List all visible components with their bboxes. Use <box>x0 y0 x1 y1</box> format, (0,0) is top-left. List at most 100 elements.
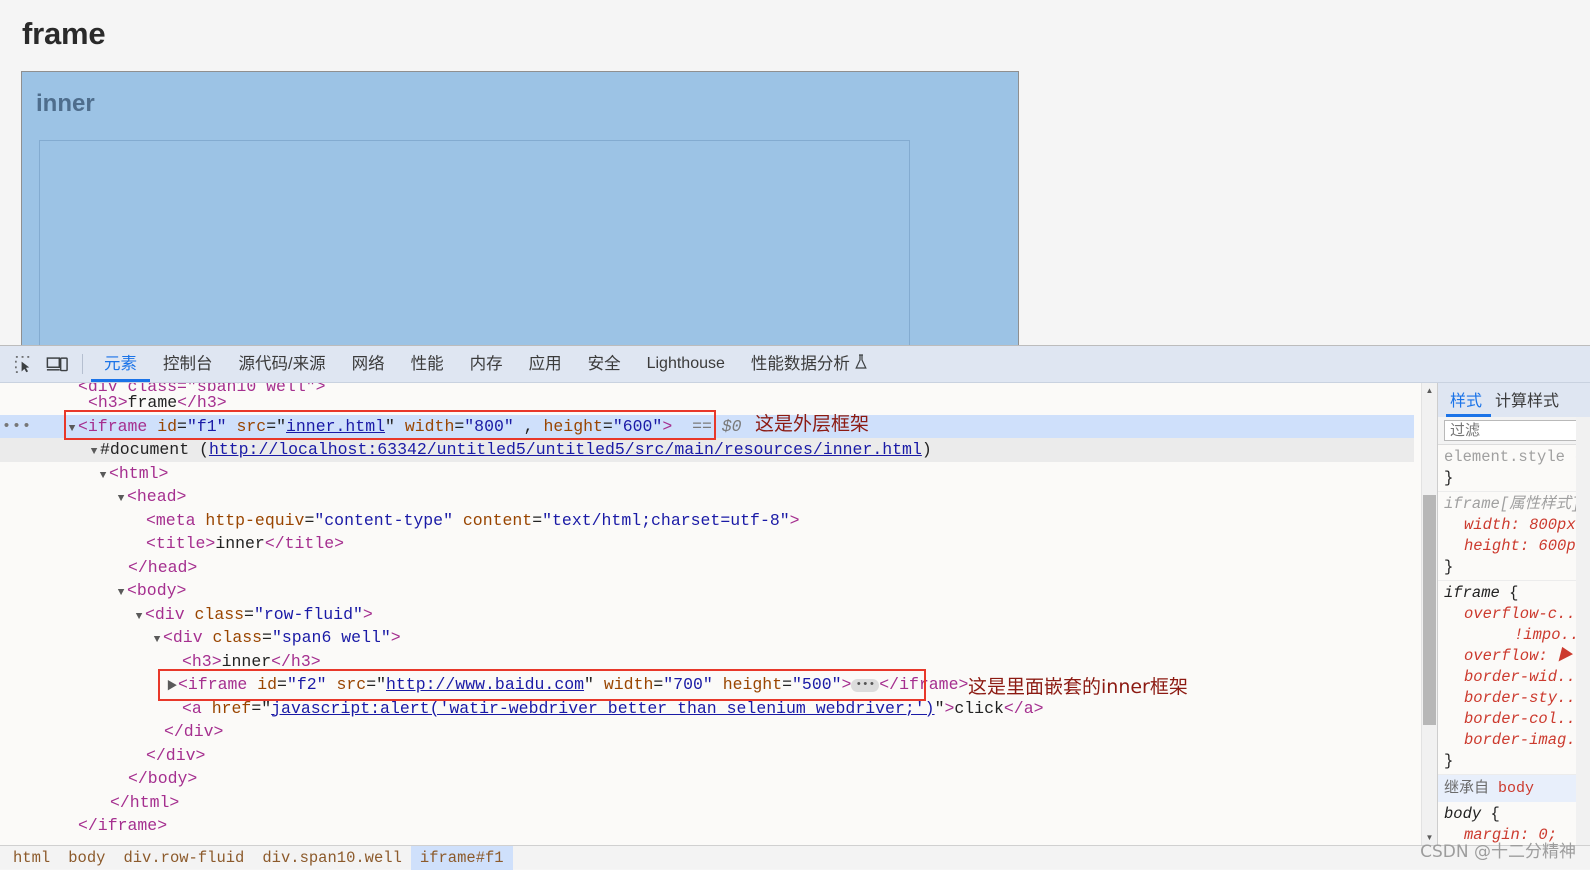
brace-open-body: { <box>1481 805 1500 823</box>
inspect-element-icon[interactable] <box>8 350 38 378</box>
styles-filter-row <box>1438 417 1590 445</box>
prop-height-name[interactable]: height <box>1464 537 1520 555</box>
prop-border-color-name[interactable]: border-col... <box>1464 710 1585 728</box>
tab-security[interactable]: 安全 <box>575 346 634 382</box>
dom-row-span10-partial[interactable]: <div class="span10 well"> <box>0 383 1414 391</box>
dom-row-document[interactable]: ▼ #document (http://localhost:63342/untit… <box>0 438 1414 462</box>
dom-val-href-link[interactable]: javascript:alert('watir-webdriver better… <box>271 699 934 718</box>
dom-row-iframe-close[interactable]: </iframe> <box>0 814 1414 838</box>
dom-val-id-f2: "f2" <box>286 675 327 694</box>
outer-iframe-f1-render[interactable]: inner <box>21 71 1019 345</box>
dom-row-div-rowfluid[interactable]: ▼ <div class="row-fluid"> <box>0 603 1414 627</box>
dom-h3-open: <h3> <box>88 393 128 412</box>
dom-document-url[interactable]: http://localhost:63342/untitled5/untitle… <box>209 440 922 459</box>
dom-tree-pane[interactable]: <div class="span10 well"> <h3>frame</h3>… <box>0 383 1438 845</box>
dom-val-class-span6: "span6 well" <box>271 628 391 647</box>
dom-row-head-close[interactable]: </head> <box>0 556 1414 580</box>
dom-row-body-close[interactable]: </body> <box>0 767 1414 791</box>
prop-width-name[interactable]: width <box>1464 516 1511 534</box>
dom-tag-a-close: </a> <box>1003 698 1044 718</box>
dom-row-anchor-click[interactable]: <a href="javascript:alert('watir-webdriv… <box>0 697 1414 721</box>
styles-scrollbar[interactable] <box>1576 417 1590 845</box>
dom-tree[interactable]: <div class="span10 well"> <h3>frame</h3>… <box>0 383 1414 845</box>
dom-row-html-open[interactable]: ▼ <html> <box>0 462 1414 486</box>
tab-network[interactable]: 网络 <box>339 346 398 382</box>
dom-tree-scrollbar[interactable]: ▲ ▼ <box>1421 383 1437 845</box>
row-more-dots[interactable]: ••• <box>2 415 32 439</box>
prop-border-image-name[interactable]: border-imag... <box>1464 731 1590 749</box>
dom-text-span10: <div class="span10 well"> <box>78 383 326 391</box>
prop-border-style-name[interactable]: border-sty... <box>1464 689 1585 707</box>
dom-row-html-close[interactable]: </html> <box>0 791 1414 815</box>
dom-val-httpequiv: "content-type" <box>314 510 453 530</box>
device-toolbar-icon[interactable] <box>42 350 72 378</box>
inner-iframe-f2-render[interactable] <box>39 140 910 345</box>
expand-ellipsis-button[interactable]: ••• <box>851 679 880 692</box>
dom-row-div-close-1[interactable]: </div> <box>0 720 1414 744</box>
dom-row-iframe-f1[interactable]: ••• ▼ <iframe id="f1" src="inner.html" wi… <box>0 414 1414 439</box>
prop-width-value[interactable]: 800px <box>1529 516 1576 534</box>
dom-tag-div-span6: div <box>172 628 203 647</box>
selector-body: body <box>1444 805 1482 823</box>
dom-row-meta[interactable]: <meta http-equiv="content-type" content=… <box>0 509 1414 533</box>
dom-attr-height: height <box>543 416 603 436</box>
tab-performance[interactable]: 性能 <box>398 346 457 382</box>
dom-row-title[interactable]: <title>inner</title> <box>0 532 1414 556</box>
tab-styles[interactable]: 样式 <box>1446 387 1491 417</box>
dom-attr-httpequiv: http-equiv <box>205 510 305 530</box>
dom-val-class-rowfluid: "row-fluid" <box>253 604 363 624</box>
breadcrumb-item-html[interactable]: html <box>4 846 59 870</box>
breadcrumb-item-div-rowfluid[interactable]: div.row-fluid <box>114 846 253 870</box>
dom-val-src-f2-link[interactable]: http://www.baidu.com <box>386 675 584 694</box>
scroll-up-arrow[interactable]: ▲ <box>1422 383 1437 398</box>
prop-overflow-clip-name[interactable]: overflow-c... <box>1464 605 1585 623</box>
tab-performance-insights[interactable]: 性能数据分析 <box>738 346 881 382</box>
rule-iframe-ua[interactable]: iframe { overflow-c... !impo... overflow… <box>1438 581 1590 775</box>
dom-scroll-thumb[interactable] <box>1423 495 1436 725</box>
dom-document-label: #document <box>100 440 190 459</box>
dom-row-div-span6[interactable]: ▼ <div class="span6 well"> <box>0 626 1414 650</box>
dom-row-h3-inner[interactable]: <h3>inner</h3> <box>0 650 1414 674</box>
prop-margin-name[interactable]: margin <box>1464 826 1520 844</box>
selector-iframe-attr: iframe[属性样式] <box>1444 495 1581 513</box>
tab-sources[interactable]: 源代码/来源 <box>226 346 339 382</box>
prop-border-width-name[interactable]: border-wid... <box>1464 668 1585 686</box>
dom-tag-meta: meta <box>155 510 196 530</box>
dom-val-content: "text/html;charset=utf-8" <box>542 510 790 530</box>
tab-computed-styles[interactable]: 计算样式 <box>1491 387 1568 417</box>
breadcrumb-item-iframe-f1[interactable]: iframe#f1 <box>410 845 513 870</box>
dom-attr-src: src <box>236 416 267 436</box>
tab-application[interactable]: 应用 <box>516 346 575 382</box>
breadcrumb: html body div.row-fluid div.span10.well … <box>0 845 1590 870</box>
flask-icon <box>854 347 868 383</box>
dom-h3inner-text: inner <box>221 651 272 671</box>
rule-iframe-attribute-style[interactable]: iframe[属性样式] { width: 800px; height: 600… <box>1438 492 1590 581</box>
styles-content[interactable]: element.style { } iframe[属性样式] { width: … <box>1438 445 1590 845</box>
breadcrumb-item-body[interactable]: body <box>59 846 114 870</box>
prop-overflow-value[interactable]: ▶ <box>1557 647 1573 665</box>
dom-row-iframe-f2[interactable]: ▶<iframe id="f2" src="http://www.baidu.c… <box>0 673 1414 697</box>
dom-row-body-open[interactable]: ▼ <body> <box>0 579 1414 603</box>
dom-val-src-link[interactable]: inner.html <box>286 417 385 436</box>
prop-overflow-name[interactable]: overflow <box>1464 647 1538 665</box>
dom-attr-class-span6: class <box>212 628 263 647</box>
dom-a-text: click <box>954 698 1004 718</box>
dom-row-h3-frame[interactable]: <h3>frame</h3> <box>0 391 1414 415</box>
breadcrumb-item-div-span10-well[interactable]: div.span10.well <box>253 846 411 870</box>
tab-lighthouse[interactable]: Lighthouse <box>634 346 738 382</box>
dom-selected-marker: == $0 <box>692 416 742 436</box>
rule-element-style[interactable]: element.style { } <box>1438 445 1590 492</box>
dom-val-width: "800" <box>464 416 514 436</box>
tab-memory[interactable]: 内存 <box>457 346 516 382</box>
prop-margin-value[interactable]: 0 <box>1538 826 1547 844</box>
dom-row-head-open[interactable]: ▼ <head> <box>0 485 1414 509</box>
tab-elements[interactable]: 元素 <box>91 346 150 382</box>
devtools-body: <div class="span10 well"> <h3>frame</h3>… <box>0 383 1590 845</box>
tab-console[interactable]: 控制台 <box>150 346 226 382</box>
dom-attr-content: content <box>462 510 533 530</box>
inherit-selector: body <box>1498 780 1535 797</box>
scroll-down-arrow[interactable]: ▼ <box>1422 830 1437 845</box>
rule-body[interactable]: body { margin: 0; <box>1438 802 1590 845</box>
dom-row-div-close-2[interactable]: </div> <box>0 744 1414 768</box>
styles-filter-input[interactable] <box>1444 420 1590 441</box>
